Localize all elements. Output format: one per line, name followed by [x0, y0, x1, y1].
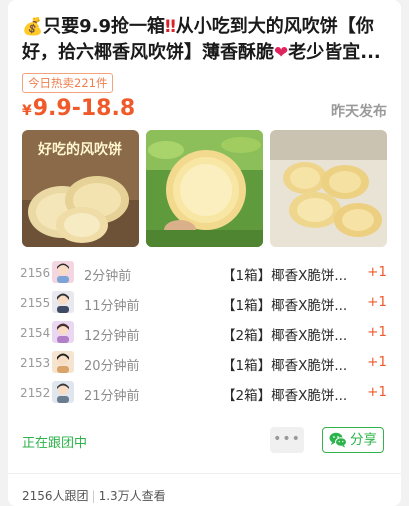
- order-row[interactable]: 2154 12分钟前 【2箱】椰香X脆饼... +1: [8, 318, 401, 348]
- share-label: 分享: [350, 432, 377, 448]
- order-time: 20分钟前: [84, 359, 140, 374]
- avatar: [52, 291, 74, 313]
- order-time: 12分钟前: [84, 329, 140, 344]
- order-row[interactable]: 2156 2分钟前 【1箱】椰香X脆饼... +1: [8, 258, 401, 288]
- order-number: 2156: [20, 265, 51, 280]
- order-item: 【1箱】椰香X脆饼...: [222, 358, 348, 374]
- order-row[interactable]: 2152 21分钟前 【2箱】椰香X脆饼... +1: [8, 378, 401, 408]
- order-number: 2154: [20, 325, 51, 340]
- order-item: 【1箱】椰香X脆饼...: [222, 268, 348, 284]
- avatar: [52, 321, 74, 343]
- money-bag-icon: 💰: [22, 17, 44, 37]
- order-number: 2152: [20, 385, 51, 400]
- divider: [8, 473, 401, 474]
- group-status: 正在跟团中: [22, 436, 88, 451]
- order-row[interactable]: 2153 20分钟前 【1箱】椰香X脆饼... +1: [8, 348, 401, 378]
- order-qty: +1: [367, 354, 387, 370]
- wechat-icon: [329, 432, 347, 456]
- views-count: 1.3万人查看: [98, 489, 166, 503]
- avatar: [52, 381, 74, 403]
- heart-icon: ❤: [274, 43, 289, 63]
- order-item: 【2箱】椰香X脆饼...: [222, 388, 348, 404]
- order-time: 2分钟前: [84, 269, 132, 284]
- avatar: [52, 261, 74, 283]
- followers-count: 2156人跟团: [22, 489, 89, 503]
- order-item: 【1箱】椰香X脆饼...: [222, 298, 348, 314]
- avatar: [52, 351, 74, 373]
- card-footer: 2156人跟团 | 1.3万人查看: [22, 487, 166, 504]
- title-part-1: 只要9.9抢一箱: [43, 16, 166, 37]
- product-image-1-caption: 好吃的风吹饼: [37, 141, 122, 158]
- footer-separator: |: [91, 489, 96, 503]
- price-value: 9.9-18.8: [32, 96, 136, 121]
- order-number: 2155: [20, 295, 51, 310]
- order-number: 2153: [20, 355, 51, 370]
- product-image-3[interactable]: [270, 130, 387, 247]
- order-qty: +1: [367, 384, 387, 400]
- product-image-2[interactable]: [146, 130, 263, 247]
- order-row[interactable]: 2155 11分钟前 【1箱】椰香X脆饼... +1: [8, 288, 401, 318]
- group-buy-card[interactable]: 💰只要9.9抢一箱‼从小吃到大的风吹饼【你好，拾六椰香风吹饼】薄香酥脆❤老少皆宜…: [8, 0, 401, 506]
- order-item: 【2箱】椰香X脆饼...: [222, 328, 348, 344]
- product-image-1[interactable]: 好吃的风吹饼: [22, 130, 139, 247]
- share-button[interactable]: 分享: [322, 427, 384, 453]
- price-currency: ¥: [22, 103, 32, 119]
- more-button[interactable]: •••: [270, 427, 304, 453]
- order-qty: +1: [367, 324, 387, 340]
- order-qty: +1: [367, 264, 387, 280]
- post-title[interactable]: 💰只要9.9抢一箱‼从小吃到大的风吹饼【你好，拾六椰香风吹饼】薄香酥脆❤老少皆宜…: [22, 14, 390, 66]
- double-exclamation-icon: ‼: [165, 17, 176, 37]
- price-range: ¥9.9-18.8: [22, 94, 135, 126]
- order-time: 21分钟前: [84, 389, 140, 404]
- posted-time: 昨天发布: [331, 104, 387, 120]
- order-time: 11分钟前: [84, 299, 140, 314]
- hot-sales-badge: 今日热卖221件: [22, 73, 114, 93]
- title-part-3: 老少皆宜...: [288, 42, 381, 63]
- order-qty: +1: [367, 294, 387, 310]
